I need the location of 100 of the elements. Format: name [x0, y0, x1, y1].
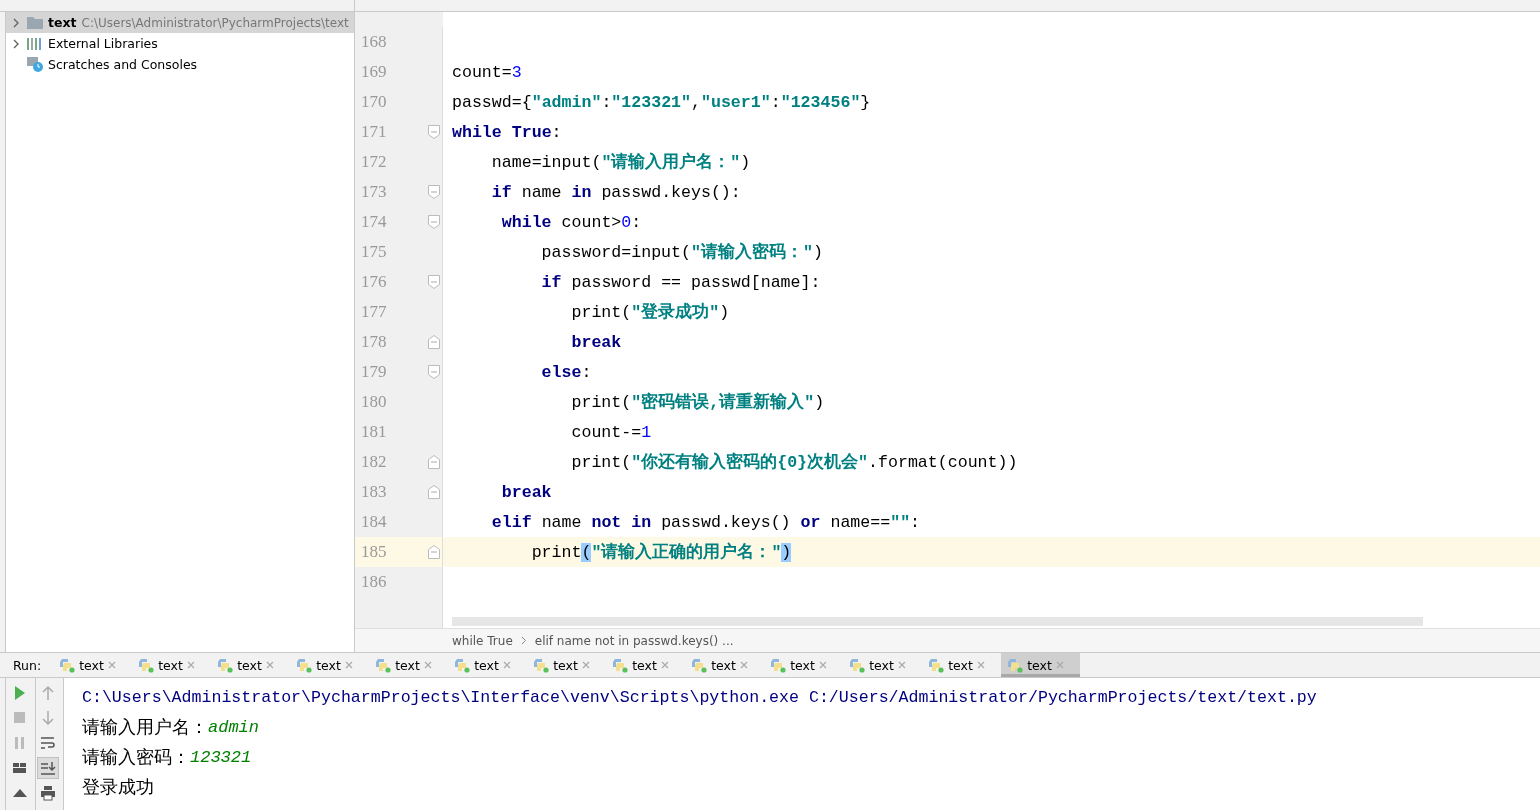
line-number: 173	[361, 182, 387, 202]
line-number: 185	[361, 542, 387, 562]
breadcrumb[interactable]: while True	[452, 633, 513, 648]
code-line: password=input("请输入密码：")	[540, 241, 823, 263]
line-number: 177	[361, 302, 387, 322]
code-line: if password == passwd[name]:	[540, 272, 821, 292]
code-line: print("登录成功")	[570, 301, 730, 323]
run-tab[interactable]: text	[53, 653, 133, 677]
line-number: 168	[361, 32, 387, 52]
close-icon[interactable]	[423, 661, 432, 669]
breadcrumb[interactable]: elif name not in passwd.keys() ...	[534, 633, 734, 648]
code-line: print("你还有输入密码的{0}次机会".format(count))	[570, 451, 1018, 473]
horizontal-scrollbar[interactable]	[452, 617, 1423, 626]
scratches-icon	[27, 57, 43, 72]
close-icon[interactable]	[1055, 661, 1064, 669]
line-number: 178	[361, 332, 387, 352]
run-tab[interactable]: text	[211, 653, 291, 677]
run-tab[interactable]: text	[132, 653, 212, 677]
close-icon[interactable]	[818, 661, 827, 669]
code-line: print("请输入正确的用户名：")	[530, 541, 792, 563]
fold-marker-icon[interactable]	[428, 125, 440, 139]
fold-marker-icon[interactable]	[428, 545, 440, 559]
console-line: 登录成功	[82, 775, 155, 799]
run-tab[interactable]: text	[843, 653, 923, 677]
scroll-to-end-button[interactable]	[37, 756, 59, 779]
line-number: 170	[361, 92, 387, 112]
line-number: 175	[361, 242, 387, 262]
code-line: print("密码错误,请重新输入")	[570, 391, 825, 413]
fold-marker-icon[interactable]	[428, 275, 440, 289]
code-line: if name in passwd.keys():	[490, 182, 741, 202]
close-icon[interactable]	[976, 661, 985, 669]
fold-marker-icon[interactable]	[428, 365, 440, 379]
run-tab[interactable]: text	[922, 653, 1002, 677]
tree-item-label: Scratches and Consoles	[48, 57, 198, 72]
close-icon[interactable]	[581, 661, 590, 669]
line-number: 183	[361, 482, 387, 502]
code-line: count=3	[452, 62, 522, 82]
fold-marker-icon[interactable]	[428, 485, 440, 499]
tree-item-label: text	[48, 15, 77, 30]
run-tab[interactable]: text	[685, 653, 765, 677]
code-line: while True:	[452, 122, 562, 142]
line-number: 182	[361, 452, 387, 472]
code-line: elif name not in passwd.keys() or name=="":	[490, 512, 921, 532]
line-number: 179	[361, 362, 387, 382]
fold-marker-icon[interactable]	[428, 185, 440, 199]
python-file-icon	[1007, 657, 1024, 673]
python-file-icon	[217, 657, 234, 673]
close-icon[interactable]	[344, 661, 353, 669]
line-number: 171	[361, 122, 387, 142]
pin-icon	[13, 788, 27, 797]
tree-item[interactable]: External Libraries	[6, 33, 354, 54]
fold-marker-icon[interactable]	[428, 215, 440, 229]
line-number: 186	[361, 572, 387, 592]
line-number: 174	[361, 212, 387, 232]
run-tab[interactable]: text	[448, 653, 528, 677]
run-tab[interactable]: text	[1001, 653, 1081, 677]
chevron-icon	[520, 636, 527, 645]
python-file-icon	[138, 657, 155, 673]
python-file-icon	[454, 657, 471, 673]
code-line: name=input("请输入用户名：")	[490, 151, 751, 173]
run-tab[interactable]: text	[606, 653, 686, 677]
python-file-icon	[849, 657, 866, 673]
tree-item[interactable]: Scratches and Consoles	[6, 54, 354, 75]
close-icon[interactable]	[186, 661, 195, 669]
console-line: C:\Users\Administrator\PycharmProjects\Interface\venv\Scripts\python.exe C:/Users/Administrator/PycharmProjects/text/text.py	[82, 686, 1318, 709]
line-number: 172	[361, 152, 387, 172]
python-file-icon	[612, 657, 629, 673]
run-tab[interactable]: text	[527, 653, 607, 677]
code-line: count-=1	[570, 422, 652, 442]
code-line: break	[570, 332, 622, 352]
close-icon[interactable]	[897, 661, 906, 669]
code-line: while count>0:	[500, 212, 642, 232]
python-file-icon	[59, 657, 76, 673]
code-line: else:	[540, 362, 592, 382]
library-icon	[27, 37, 43, 50]
close-icon[interactable]	[502, 661, 511, 669]
run-tab[interactable]: text	[764, 653, 844, 677]
folder-icon	[27, 16, 43, 29]
print-icon	[39, 783, 57, 802]
line-number: 181	[361, 422, 387, 442]
run-tab[interactable]: text	[290, 653, 370, 677]
close-icon[interactable]	[265, 661, 274, 669]
python-file-icon	[928, 657, 945, 673]
python-file-icon	[770, 657, 787, 673]
tree-item[interactable]: text C:\Users\Administrator\PycharmProjects\text	[6, 12, 354, 33]
python-file-icon	[296, 657, 313, 673]
close-icon[interactable]	[739, 661, 748, 669]
line-number: 180	[361, 392, 387, 412]
folder-path: C:\Users\Administrator\PycharmProjects\text	[81, 15, 349, 30]
console-line: 请输入用户名：admin	[82, 715, 260, 739]
python-file-icon	[533, 657, 550, 673]
run-label: Run:	[13, 656, 42, 675]
close-icon[interactable]	[660, 661, 669, 669]
fold-marker-icon[interactable]	[428, 455, 440, 469]
run-tab[interactable]: text	[369, 653, 449, 677]
line-number: 169	[361, 62, 387, 82]
tree-item-label: External Libraries	[48, 36, 158, 51]
python-file-icon	[691, 657, 708, 673]
close-icon[interactable]	[107, 661, 116, 669]
fold-marker-icon[interactable]	[428, 335, 440, 349]
